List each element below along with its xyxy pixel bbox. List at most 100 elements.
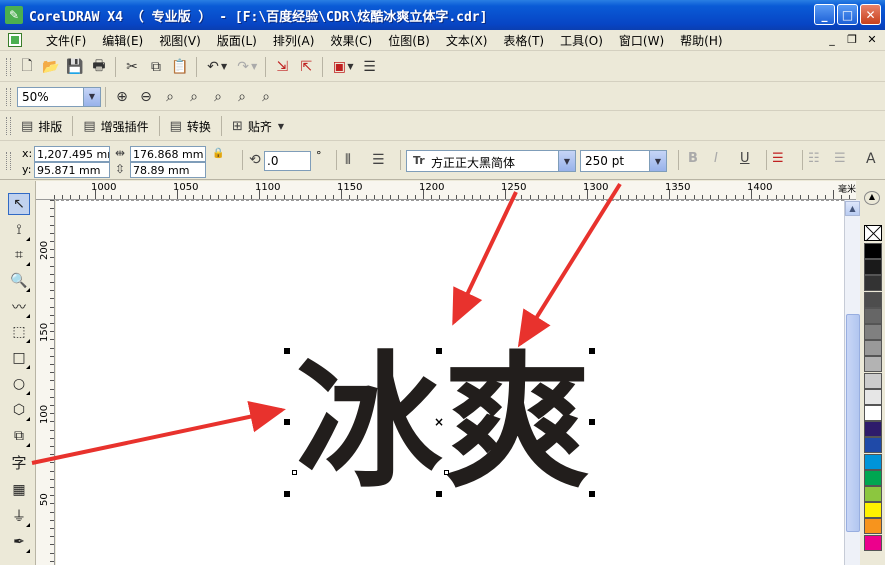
minimize-button[interactable]: _ <box>814 4 835 25</box>
basic-shapes-tool-icon[interactable]: ⧉ <box>8 425 30 447</box>
menu-help[interactable]: 帮助(H) <box>672 32 730 49</box>
menu-edit[interactable]: 编辑(E) <box>94 32 151 49</box>
layout-plugin-button[interactable]: ▤ 排版 <box>15 115 68 137</box>
color-swatch[interactable] <box>864 518 882 535</box>
table-tool-icon[interactable]: ▦ <box>8 479 30 501</box>
scroll-up-button[interactable]: ▲ <box>845 201 860 216</box>
pick-tool-icon[interactable]: ↖ <box>8 193 30 215</box>
selection-handle[interactable] <box>589 491 595 497</box>
cut-icon[interactable]: ✂ <box>120 56 144 78</box>
zoom-tool-icon[interactable]: 🔍 <box>8 270 30 292</box>
menu-file[interactable]: 文件(F) <box>38 32 94 49</box>
mirror-vertical-icon[interactable]: ☰ <box>372 152 385 168</box>
enhance-plugin-button[interactable]: ▤ 增强插件 <box>77 115 154 137</box>
convert-plugin-button[interactable]: ▤ 转换 <box>164 115 217 137</box>
scroll-thumb[interactable] <box>846 314 860 532</box>
redo-dropdown-icon[interactable]: ▼ <box>251 62 257 71</box>
color-swatch[interactable] <box>864 259 882 276</box>
edit-text-icon[interactable]: A <box>866 151 876 167</box>
color-swatch[interactable] <box>864 437 882 454</box>
chevron-down-icon[interactable]: ▼ <box>558 151 575 171</box>
horizontal-ruler[interactable]: 1000 1050 1100 1150 1200 1250 1300 1350 … <box>36 181 856 200</box>
menu-window[interactable]: 窗口(W) <box>611 32 672 49</box>
coreldraw-app-icon[interactable]: ✎ <box>5 6 23 24</box>
launcher-dropdown-icon[interactable]: ▼ <box>347 62 353 71</box>
selection-handle[interactable] <box>284 491 290 497</box>
toolbar-grip[interactable] <box>6 117 11 135</box>
chevron-down-icon[interactable]: ▼ <box>649 151 666 171</box>
color-swatch[interactable] <box>864 534 882 551</box>
import-icon[interactable]: ⇲ <box>270 56 294 78</box>
color-swatch[interactable] <box>864 356 882 373</box>
menu-bitmaps[interactable]: 位图(B) <box>380 32 438 49</box>
zoom-in-icon[interactable]: ⊕ <box>110 86 134 108</box>
menu-effects[interactable]: 效果(C) <box>322 32 380 49</box>
zoom-all-icon[interactable]: ⌕ <box>182 86 206 108</box>
color-swatch[interactable] <box>864 340 882 357</box>
italic-button[interactable]: I <box>714 151 718 166</box>
color-swatch[interactable] <box>864 469 882 486</box>
freehand-tool-icon[interactable]: 〰 <box>8 296 30 318</box>
snap-plugin-button[interactable]: ⊞ 贴齐 ▼ <box>226 115 294 137</box>
save-icon[interactable]: 💾 <box>63 56 87 78</box>
color-swatch[interactable] <box>864 243 882 259</box>
toolbar-grip[interactable] <box>6 57 11 76</box>
snap-dropdown-icon[interactable]: ▼ <box>278 122 284 131</box>
menu-table[interactable]: 表格(T) <box>495 32 552 49</box>
maximize-button[interactable]: □ <box>837 4 858 25</box>
palette-scroll-up-icon[interactable]: ▲ <box>864 191 880 205</box>
selection-handle[interactable] <box>284 348 290 354</box>
crop-tool-icon[interactable]: ⌗ <box>8 244 30 266</box>
selection-handle[interactable] <box>589 348 595 354</box>
text-align-icon[interactable]: ☰ <box>772 151 784 166</box>
eyedropper-tool-icon[interactable]: ✒ <box>8 531 30 553</box>
lock-ratio-icon[interactable]: 🔒 <box>212 148 224 159</box>
print-icon[interactable]: 🖶 <box>87 56 111 78</box>
menu-text[interactable]: 文本(X) <box>438 32 496 49</box>
selection-handle[interactable] <box>436 348 442 354</box>
document-icon[interactable] <box>8 33 22 47</box>
color-swatch[interactable] <box>864 502 882 519</box>
close-button[interactable]: ✕ <box>860 4 881 25</box>
color-swatch[interactable] <box>864 486 882 502</box>
drawing-canvas[interactable]: 冰 爽 × <box>56 200 844 565</box>
menu-arrange[interactable]: 排列(A) <box>265 32 323 49</box>
color-swatch[interactable] <box>864 405 882 421</box>
open-icon[interactable]: 📂 <box>39 56 63 78</box>
width-input[interactable]: 176.868 mm <box>130 146 206 162</box>
color-swatch[interactable] <box>864 453 882 470</box>
vertical-ruler[interactable]: 200 150 100 50 <box>36 200 55 565</box>
underline-button[interactable]: U <box>740 151 750 166</box>
rectangle-tool-icon[interactable]: □ <box>8 347 30 369</box>
color-swatch[interactable] <box>864 324 882 340</box>
ellipse-tool-icon[interactable]: ○ <box>8 373 30 395</box>
export-icon[interactable]: ⇱ <box>294 56 318 78</box>
zoom-selected-icon[interactable]: ⌕ <box>158 86 182 108</box>
toolbar-grip[interactable] <box>6 152 11 170</box>
polygon-tool-icon[interactable]: ⬡ <box>8 399 30 421</box>
bullet-list-icon[interactable]: ☷ <box>808 151 820 166</box>
zoom-height-icon[interactable]: ⌕ <box>254 86 278 108</box>
undo-dropdown-icon[interactable]: ▼ <box>221 62 227 71</box>
zoom-width-icon[interactable]: ⌕ <box>230 86 254 108</box>
interactive-tool-icon[interactable]: ⏚ <box>8 505 30 527</box>
height-input[interactable]: 78.89 mm <box>130 162 206 178</box>
doc-close-button[interactable]: ✕ <box>865 33 879 46</box>
color-swatch[interactable] <box>864 421 882 438</box>
paste-icon[interactable]: 📋 <box>168 56 192 78</box>
color-swatch[interactable] <box>864 388 882 405</box>
options-icon[interactable]: ☰ <box>357 56 381 78</box>
x-position-input[interactable]: 1,207.495 mm <box>34 146 110 162</box>
color-swatch[interactable] <box>864 372 882 389</box>
toolbar-grip[interactable] <box>6 87 11 106</box>
font-family-select[interactable]: Tr 方正正大黑简体 ▼ <box>406 150 576 172</box>
text-tool-icon[interactable]: 字 <box>8 451 30 473</box>
selection-handle[interactable] <box>589 419 595 425</box>
new-icon[interactable]: 🗋 <box>15 56 39 78</box>
vertical-scrollbar[interactable]: ▲ <box>844 200 860 565</box>
color-swatch[interactable] <box>864 307 882 324</box>
text-char-bing[interactable]: 冰 <box>296 350 442 496</box>
color-swatch[interactable] <box>864 291 882 308</box>
text-node-handle[interactable] <box>444 470 449 475</box>
color-swatch[interactable] <box>864 275 882 292</box>
